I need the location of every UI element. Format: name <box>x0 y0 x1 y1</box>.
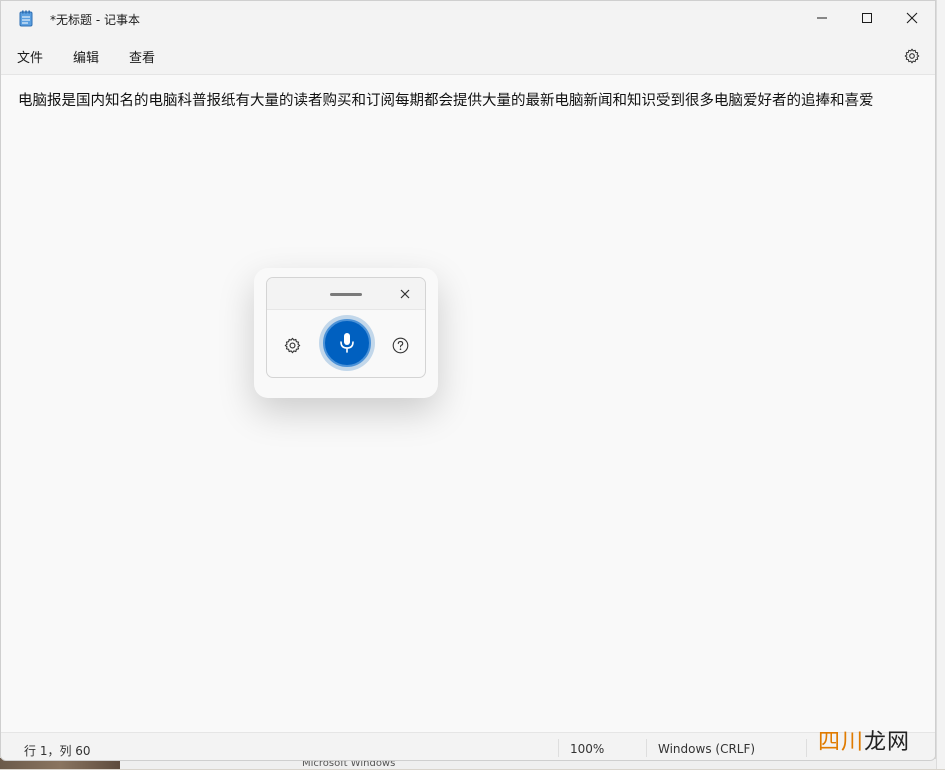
menu-bar: 文件 编辑 查看 <box>1 37 935 75</box>
maximize-icon <box>862 13 872 23</box>
gear-icon <box>284 337 300 353</box>
zoom-level: 100% <box>570 742 605 756</box>
cursor-position: 行 1，列 60 <box>24 744 91 758</box>
watermark-part2: 龙网 <box>864 730 911 755</box>
voice-help-button[interactable] <box>389 334 411 356</box>
menu-view[interactable]: 查看 <box>127 47 157 66</box>
voice-settings-button[interactable] <box>281 334 303 356</box>
notepad-icon <box>19 10 33 27</box>
microphone-icon <box>340 333 354 353</box>
status-bar: 行 1，列 60 100% Windows (CRLF) <box>1 732 935 760</box>
menu-file[interactable]: 文件 <box>15 47 45 66</box>
window-title: *无标题 - 记事本 <box>50 13 140 27</box>
editor-content[interactable]: 电脑报是国内知名的电脑科普报纸有大量的读者购买和订阅每期都会提供大量的最新电脑新… <box>18 90 933 112</box>
line-ending: Windows (CRLF) <box>658 742 756 756</box>
text-editor[interactable]: 电脑报是国内知名的电脑科普报纸有大量的读者购买和订阅每期都会提供大量的最新电脑新… <box>1 76 935 731</box>
close-icon <box>906 12 918 24</box>
close-icon <box>400 289 410 299</box>
watermark: 四川龙网 <box>818 724 911 755</box>
watermark-part1: 四川 <box>818 730 865 755</box>
minimize-icon <box>817 17 827 19</box>
menu-edit[interactable]: 编辑 <box>71 47 101 66</box>
drag-handle[interactable] <box>330 293 362 296</box>
maximize-button[interactable] <box>844 1 890 35</box>
minimize-button[interactable] <box>799 1 845 35</box>
settings-button[interactable] <box>900 46 924 66</box>
microphone-button[interactable] <box>323 319 371 367</box>
status-divider <box>558 739 559 757</box>
voice-typing-panel <box>266 277 426 378</box>
question-icon <box>392 337 408 353</box>
status-divider <box>646 739 647 757</box>
background-window-edge <box>936 0 945 769</box>
gear-icon <box>904 48 920 64</box>
status-divider <box>806 739 807 757</box>
notepad-window: *无标题 - 记事本 文件 编辑 查看 电脑报是国内知名的电脑科普报纸有大量的读… <box>0 0 936 761</box>
voice-close-button[interactable] <box>396 285 414 303</box>
title-bar[interactable]: *无标题 - 记事本 <box>1 1 935 37</box>
voice-panel-header[interactable] <box>267 278 425 310</box>
close-button[interactable] <box>889 1 935 35</box>
